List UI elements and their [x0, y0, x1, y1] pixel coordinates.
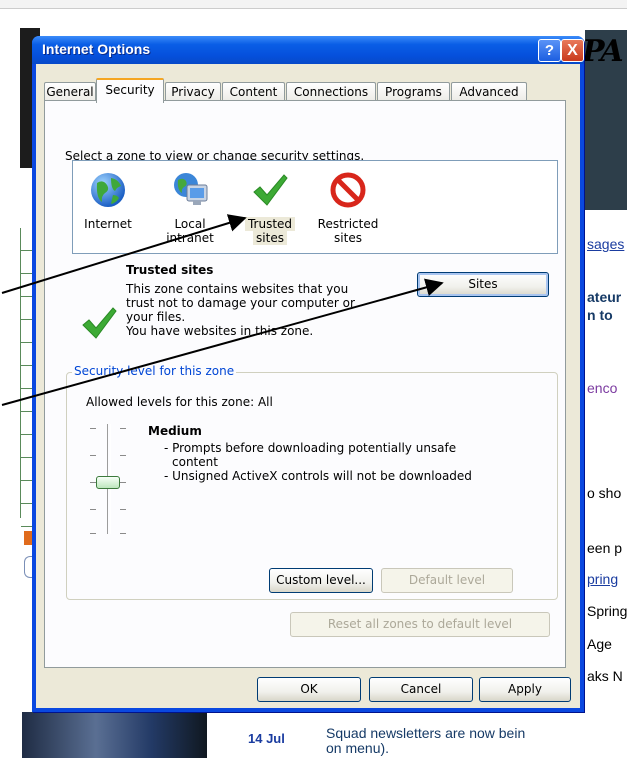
tab-content[interactable]: Content	[222, 82, 285, 101]
internet-options-dialog: Internet Options ? X General Security Pr…	[32, 36, 584, 712]
zone-internet[interactable]: Internet	[69, 171, 147, 231]
security-level-bullet: - Unsigned ActiveX controls will not be …	[164, 469, 472, 483]
allowed-levels-label: Allowed levels for this zone: All	[86, 395, 273, 409]
globe-icon	[89, 171, 127, 209]
apply-button[interactable]: Apply	[479, 677, 571, 702]
zone-label: Local	[174, 217, 206, 231]
security-level-bullet: content	[172, 455, 218, 469]
sites-button[interactable]: Sites	[417, 272, 549, 297]
tab-programs[interactable]: Programs	[377, 82, 450, 101]
bg-snippet-text: aks N	[587, 668, 623, 684]
dialog-title: Internet Options	[42, 41, 151, 57]
news-text: Squad newsletters are now bein on menu).	[326, 726, 525, 756]
zone-label: sites	[253, 231, 287, 245]
zone-label: intranet	[166, 231, 214, 245]
help-icon: ?	[544, 42, 555, 59]
slider-thumb[interactable]	[96, 476, 120, 489]
zone-restricted-sites[interactable]: Restricted sites	[309, 171, 387, 245]
zone-local-intranet[interactable]: Local intranet	[151, 171, 229, 245]
zone-label: sites	[334, 231, 362, 245]
bottom-photo	[22, 712, 207, 758]
zone-detail-description: This zone contains websites that you	[126, 282, 349, 296]
close-icon: X	[567, 42, 578, 59]
zone-label: Restricted	[317, 217, 379, 231]
security-level-slider[interactable]	[88, 424, 132, 536]
orange-marker	[24, 531, 32, 545]
default-level-button[interactable]: Default level	[381, 568, 513, 593]
cancel-button[interactable]: Cancel	[369, 677, 473, 702]
reset-all-zones-button[interactable]: Reset all zones to default level	[290, 612, 550, 637]
bg-snippet-text: ateur	[587, 289, 622, 305]
zone-detail-title: Trusted sites	[126, 263, 214, 277]
zone-detail-description: your files.	[126, 310, 186, 324]
bg-snippet-text: n to	[587, 307, 613, 323]
dialog-body: General Security Privacy Content Connect…	[36, 64, 580, 708]
help-button[interactable]: ?	[538, 39, 561, 62]
news-date: 14 Jul	[248, 731, 285, 746]
zone-detail-description: You have websites in this zone.	[126, 324, 314, 338]
security-level-bullet: - Prompts before downloading potentially…	[164, 441, 457, 455]
tab-general[interactable]: General	[44, 82, 96, 101]
bg-snippet-text: een p	[587, 540, 623, 556]
security-level-name: Medium	[148, 424, 202, 438]
zone-list: Internet Local intranet Trusted sites Re…	[72, 160, 558, 254]
checkmark-icon	[251, 171, 289, 209]
zone-label: Internet	[84, 217, 132, 231]
news-line: on menu).	[326, 740, 390, 756]
security-level-legend: Security level for this zone	[72, 364, 237, 378]
close-button[interactable]: X	[561, 39, 584, 62]
news-line: Squad newsletters are now bein	[326, 725, 526, 741]
zone-detail-description: trust not to damage your computer or	[126, 296, 355, 310]
prohibited-icon	[329, 171, 367, 209]
tab-privacy[interactable]: Privacy	[165, 82, 221, 101]
bg-snippet-text: Age	[587, 636, 612, 652]
tab-advanced[interactable]: Advanced	[451, 82, 527, 101]
ok-button[interactable]: OK	[257, 677, 361, 702]
zone-label: Trusted	[244, 217, 296, 231]
bg-snippet-text: o sho	[587, 485, 622, 501]
monitor-globe-icon	[171, 171, 209, 209]
bg-snippet-link[interactable]: sages	[587, 236, 624, 252]
bg-snippet-text: enco	[587, 380, 618, 396]
custom-level-button[interactable]: Custom level...	[269, 568, 373, 593]
zone-trusted-sites[interactable]: Trusted sites	[231, 171, 309, 245]
tab-security[interactable]: Security	[96, 78, 164, 103]
zone-detail-checkmark-icon	[80, 304, 118, 345]
title-bar[interactable]: Internet Options ? X	[32, 36, 584, 64]
site-logo: PA	[582, 34, 624, 69]
browser-top-strip	[0, 0, 627, 9]
bg-snippet-text: Spring	[587, 603, 627, 619]
tab-connections[interactable]: Connections	[286, 82, 376, 101]
bg-snippet-link[interactable]: pring	[587, 571, 618, 587]
